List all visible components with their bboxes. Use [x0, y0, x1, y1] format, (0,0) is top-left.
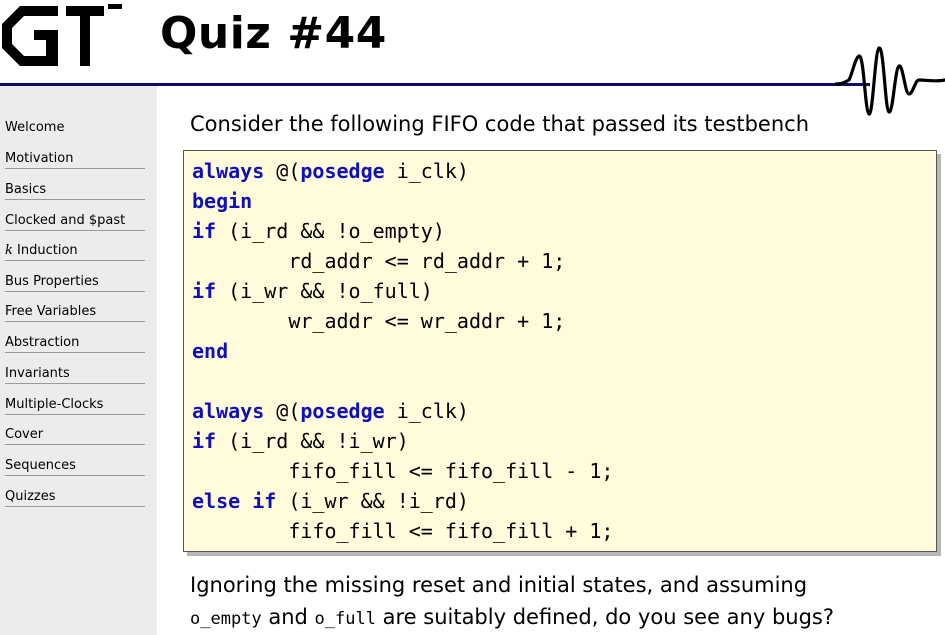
code-keyword: if [192, 219, 217, 243]
code-line-11: fifo_fill <= fifo_fill - 1; [192, 459, 614, 483]
sidebar-item-k-induction[interactable]: k Induction [5, 243, 145, 261]
question-text: are suitably defined, do you see any bug… [375, 605, 834, 629]
question-line-1: Ignoring the missing reset and initial s… [190, 573, 808, 597]
code-text: (i_wr && !i_rd) [276, 489, 469, 513]
code-line-3: if (i_rd && !o_empty) [192, 216, 445, 246]
sidebar-item-cover[interactable]: Cover [5, 427, 145, 445]
code-line-10: if (i_rd && !i_wr) [192, 426, 409, 456]
code-line-4: rd_addr <= rd_addr + 1; [192, 249, 566, 273]
code-keyword: if [192, 279, 217, 303]
code-line-6: wr_addr <= wr_addr + 1; [192, 309, 566, 333]
sidebar-item-motivation[interactable]: Motivation [5, 151, 145, 169]
code-text: @( [264, 399, 301, 423]
sidebar-item-basics[interactable]: Basics [5, 182, 145, 200]
code-line-12: else if (i_wr && !i_rd) [192, 486, 469, 516]
page-title: Quiz #44 [160, 8, 387, 59]
code-keyword: always [192, 159, 265, 183]
sidebar-item-quizzes[interactable]: Quizzes [5, 489, 145, 507]
sidebar-item-invariants[interactable]: Invariants [5, 366, 145, 384]
code-text: (i_wr && !o_full) [216, 279, 433, 303]
waveform-icon [835, 46, 945, 116]
code-block: always @(posedge i_clk) begin if (i_rd &… [183, 150, 937, 552]
code-keyword: posedge [300, 399, 385, 423]
code-keyword: else if [192, 489, 277, 513]
question-line-2: o_empty and o_full are suitably defined,… [190, 602, 834, 634]
code-line-2: begin [192, 186, 252, 216]
code-keyword: always [192, 399, 265, 423]
code-line-13: fifo_fill <= fifo_fill + 1; [192, 519, 614, 543]
signal-name: o_full [314, 609, 376, 629]
code-keyword: begin [192, 189, 253, 213]
code-line-5: if (i_wr && !o_full) [192, 276, 433, 306]
sidebar-item-bus-properties[interactable]: Bus Properties [5, 274, 145, 292]
code-line-1: always @(posedge i_clk) [192, 156, 469, 186]
code-text: i_clk) [384, 399, 469, 423]
sidebar-item-k-italic: k [5, 243, 13, 258]
signal-name: o_empty [190, 609, 262, 629]
sidebar-item-abstraction[interactable]: Abstraction [5, 335, 145, 353]
question-text: and [261, 605, 315, 629]
code-keyword: posedge [300, 159, 385, 183]
sidebar-item-welcome[interactable]: Welcome [5, 120, 145, 137]
code-line-9: always @(posedge i_clk) [192, 396, 469, 426]
code-line-7: end [192, 336, 228, 366]
code-text: @( [264, 159, 301, 183]
gt-logo [2, 4, 122, 66]
sidebar-item-sequences[interactable]: Sequences [5, 458, 145, 476]
intro-text: Consider the following FIFO code that pa… [190, 112, 810, 136]
sidebar-item-free-variables[interactable]: Free Variables [5, 304, 145, 322]
code-text: i_clk) [384, 159, 469, 183]
sidebar-item-multiple-clocks[interactable]: Multiple-Clocks [5, 397, 145, 415]
code-keyword: end [192, 339, 229, 363]
sidebar-item-clocked-and-past[interactable]: Clocked and $past [5, 213, 145, 231]
sidebar-item-k-rest: Induction [12, 243, 78, 258]
sidebar-nav: Welcome Motivation Basics Clocked and $p… [0, 86, 157, 635]
code-text: (i_rd && !i_wr) [216, 429, 409, 453]
code-keyword: if [192, 429, 217, 453]
code-text: (i_rd && !o_empty) [216, 219, 445, 243]
